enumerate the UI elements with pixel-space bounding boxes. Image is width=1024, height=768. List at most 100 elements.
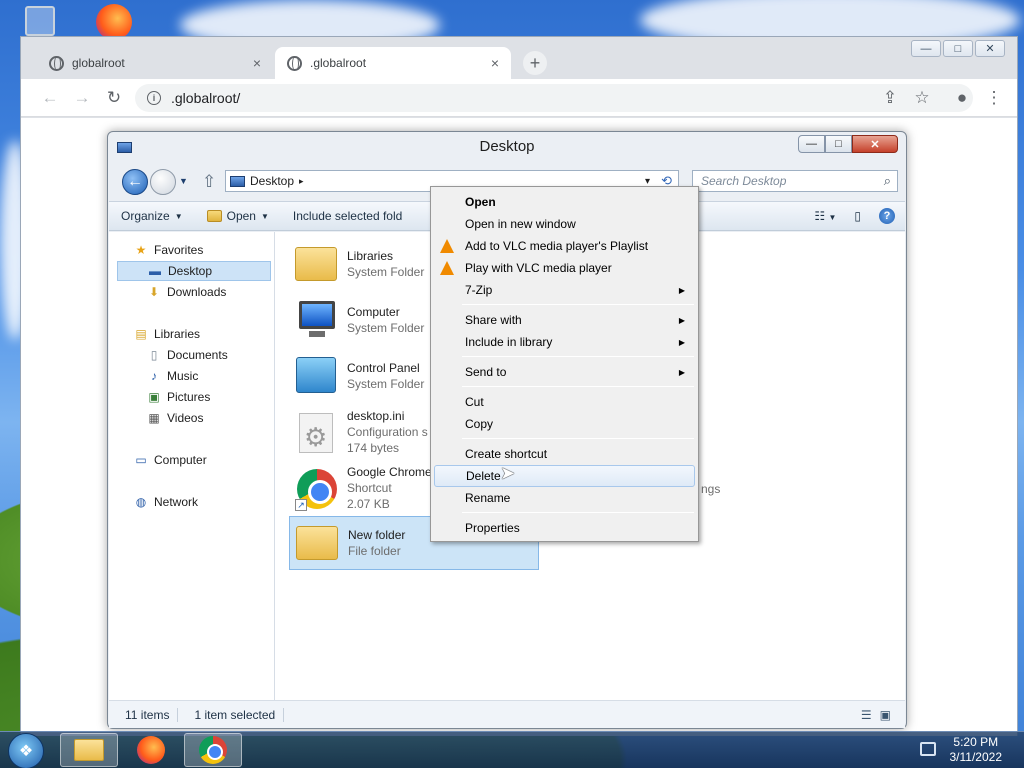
menu-label: Send to bbox=[465, 365, 507, 379]
address-text: .globalroot/ bbox=[171, 90, 241, 106]
nav-item-desktop[interactable]: ▬ Desktop bbox=[117, 261, 271, 281]
maximize-button[interactable]: □ bbox=[943, 40, 973, 57]
nav-label: Videos bbox=[167, 411, 204, 425]
tab-globalroot[interactable]: globalroot × bbox=[37, 47, 273, 79]
nav-item-network[interactable]: ◍ Network bbox=[117, 492, 271, 512]
vlc-icon bbox=[440, 239, 454, 253]
address-dropdown-icon[interactable]: ▾ bbox=[645, 176, 650, 187]
window-title: Desktop bbox=[479, 138, 535, 155]
nav-item-favorites[interactable]: ★ Favorites bbox=[117, 240, 271, 260]
organize-button[interactable]: Organize ▼ bbox=[109, 209, 195, 223]
up-arrow-icon[interactable]: ⇧ bbox=[202, 172, 216, 192]
nav-item-documents[interactable]: ▯ Documents bbox=[117, 345, 271, 365]
close-button[interactable]: ✕ bbox=[852, 135, 898, 153]
minimize-button[interactable]: — bbox=[798, 135, 825, 153]
menu-item-properties[interactable]: Properties bbox=[434, 517, 695, 539]
menu-item-send-to[interactable]: Send to ▶ bbox=[434, 361, 695, 383]
menu-item-open[interactable]: Open bbox=[434, 191, 695, 213]
computer-icon bbox=[293, 297, 339, 343]
menu-item-play-with-vlc[interactable]: Play with VLC media player bbox=[434, 257, 695, 279]
details-view-icon[interactable]: ☰ bbox=[861, 708, 872, 722]
include-selected-folder-button[interactable]: Include selected fold bbox=[281, 209, 414, 223]
music-icon: ♪ bbox=[151, 369, 157, 383]
share-icon[interactable]: ⇪ bbox=[879, 87, 901, 109]
menu-label: 7-Zip bbox=[465, 283, 493, 297]
menu-separator bbox=[462, 304, 694, 305]
explorer-window-controls: — □ ✕ bbox=[798, 135, 898, 153]
forward-arrow-icon[interactable] bbox=[150, 169, 176, 195]
taskbar-chrome-button[interactable] bbox=[184, 733, 242, 767]
preview-pane-icon[interactable]: ▯ bbox=[854, 209, 861, 223]
file-name: New folder bbox=[348, 528, 406, 542]
search-icon[interactable]: ⌕ bbox=[884, 173, 891, 189]
menu-item-rename[interactable]: Rename bbox=[434, 487, 695, 509]
file-type: Configuration s bbox=[347, 425, 428, 439]
folder-icon bbox=[74, 739, 104, 761]
reload-button[interactable]: ↻ bbox=[103, 87, 125, 109]
menu-item-include-in-library[interactable]: Include in library ▶ bbox=[434, 331, 695, 353]
menu-label: Rename bbox=[465, 491, 511, 505]
search-input[interactable]: Search Desktop ⌕ bbox=[692, 170, 898, 192]
menu-separator bbox=[462, 386, 694, 387]
menu-label: Copy bbox=[465, 417, 494, 431]
file-name: Libraries bbox=[347, 249, 394, 263]
libraries-folder-icon bbox=[293, 241, 339, 287]
network-tray-icon[interactable] bbox=[920, 742, 936, 756]
menu-item-add-to-vlc-playlist[interactable]: Add to VLC media player's Playlist bbox=[434, 235, 695, 257]
close-button[interactable]: ✕ bbox=[975, 40, 1005, 57]
tab-close-icon[interactable]: × bbox=[491, 55, 499, 71]
nav-item-music[interactable]: ♪ Music bbox=[117, 366, 271, 386]
menu-separator bbox=[462, 356, 694, 357]
nav-label: Desktop bbox=[168, 264, 213, 278]
submenu-arrow-icon: ▶ bbox=[678, 315, 685, 325]
menu-item-cut[interactable]: Cut bbox=[434, 391, 695, 413]
taskbar-explorer-button[interactable] bbox=[60, 733, 118, 767]
help-icon[interactable]: ? bbox=[879, 208, 895, 224]
control-panel-icon bbox=[293, 353, 339, 399]
nav-item-libraries[interactable]: ▤ Libraries bbox=[117, 324, 271, 344]
file-size: 174 bytes bbox=[347, 441, 400, 455]
minimize-button[interactable]: — bbox=[911, 40, 941, 57]
back-arrow-icon[interactable]: ← bbox=[122, 169, 148, 195]
profile-icon[interactable]: ● bbox=[951, 87, 973, 109]
forward-button[interactable]: → bbox=[71, 87, 93, 109]
recent-pages-dropdown-icon[interactable]: ▼ bbox=[179, 176, 188, 186]
menu-item-copy[interactable]: Copy bbox=[434, 413, 695, 435]
partial-file-label: ngs bbox=[701, 482, 721, 496]
bookmark-star-icon[interactable]: ☆ bbox=[911, 87, 933, 109]
nav-item-videos[interactable]: ▦ Videos bbox=[117, 408, 271, 428]
nav-label: Downloads bbox=[167, 285, 227, 299]
tab-dot-globalroot[interactable]: .globalroot × bbox=[275, 47, 511, 79]
system-clock[interactable]: 5:20 PM 3/11/2022 bbox=[950, 735, 1003, 765]
info-icon[interactable]: i bbox=[147, 91, 161, 105]
new-tab-button[interactable]: + bbox=[523, 51, 547, 75]
nav-label: Network bbox=[154, 495, 199, 509]
menu-separator bbox=[462, 512, 694, 513]
file-name: Control Panel bbox=[347, 361, 420, 375]
nav-label: Pictures bbox=[167, 390, 211, 404]
large-icons-view-icon[interactable]: ▣ bbox=[880, 708, 891, 722]
nav-item-downloads[interactable]: ⬇ Downloads bbox=[117, 282, 271, 302]
desktop-icon: ▬ bbox=[149, 264, 161, 278]
start-button[interactable]: ❖ bbox=[8, 733, 44, 768]
address-bar[interactable]: i .globalroot/ bbox=[135, 84, 973, 112]
menu-item-open-in-new-window[interactable]: Open in new window bbox=[434, 213, 695, 235]
tab-close-icon[interactable]: × bbox=[253, 55, 261, 71]
maximize-button[interactable]: □ bbox=[825, 135, 852, 153]
menu-item-share-with[interactable]: Share with ▶ bbox=[434, 309, 695, 331]
submenu-arrow-icon: ▶ bbox=[678, 337, 685, 347]
nav-item-computer[interactable]: ▭ Computer bbox=[117, 450, 271, 470]
menu-icon[interactable]: ⋮ bbox=[983, 87, 1005, 109]
back-button[interactable]: ← bbox=[39, 87, 61, 109]
change-view-icon[interactable]: ☷ ▼ bbox=[814, 209, 836, 223]
menu-item-7zip[interactable]: 7-Zip ▶ bbox=[434, 279, 695, 301]
breadcrumb-arrow-icon[interactable]: ▸ bbox=[299, 176, 304, 187]
open-button[interactable]: Open ▼ bbox=[195, 209, 281, 223]
menu-item-create-shortcut[interactable]: Create shortcut bbox=[434, 443, 695, 465]
nav-item-pictures[interactable]: ▣ Pictures bbox=[117, 387, 271, 407]
include-label: Include selected fold bbox=[292, 209, 403, 223]
chrome-icon: ↗ bbox=[293, 465, 339, 511]
menu-item-delete[interactable]: Delete bbox=[434, 465, 695, 487]
taskbar-firefox-button[interactable] bbox=[122, 733, 180, 767]
breadcrumb-desktop[interactable]: Desktop bbox=[250, 174, 294, 188]
